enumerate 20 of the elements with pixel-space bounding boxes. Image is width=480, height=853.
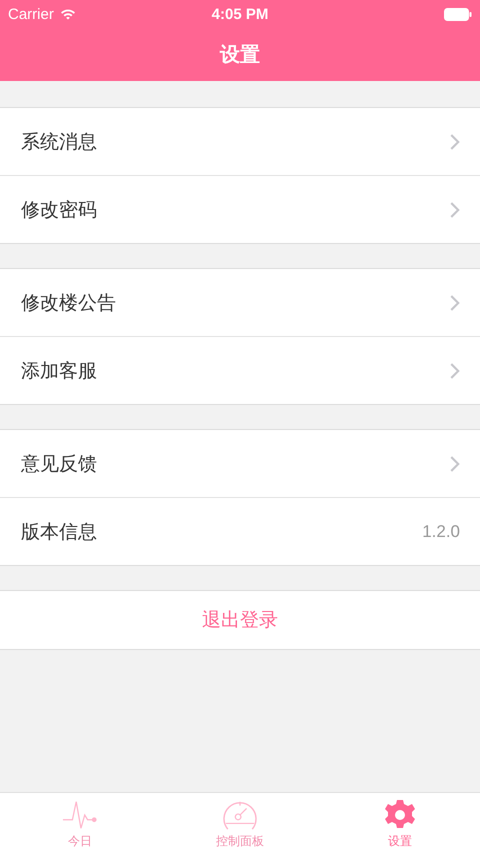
chevron-right-icon [450, 134, 460, 150]
row-label: 修改密码 [21, 198, 97, 222]
screen-title: 设置 [220, 41, 260, 68]
chevron-right-icon [450, 362, 460, 378]
row-label: 系统消息 [21, 130, 97, 154]
chevron-right-icon [450, 202, 460, 218]
gauge-icon [222, 799, 258, 831]
heartbeat-icon [62, 799, 98, 831]
clock-time: 4:05 PM [212, 6, 268, 22]
row-label: 添加客服 [21, 358, 97, 384]
chevron-right-icon [450, 456, 460, 472]
battery-icon [444, 8, 472, 20]
row-label: 修改楼公告 [21, 290, 116, 316]
row-label: 版本信息 [21, 520, 97, 544]
settings-icon [382, 799, 418, 831]
carrier-label: Carrier [8, 6, 54, 22]
row-label: 意见反馈 [21, 452, 97, 476]
chevron-right-icon [450, 294, 460, 310]
wifi-icon [60, 8, 76, 20]
version-value: 1.2.0 [422, 522, 460, 542]
